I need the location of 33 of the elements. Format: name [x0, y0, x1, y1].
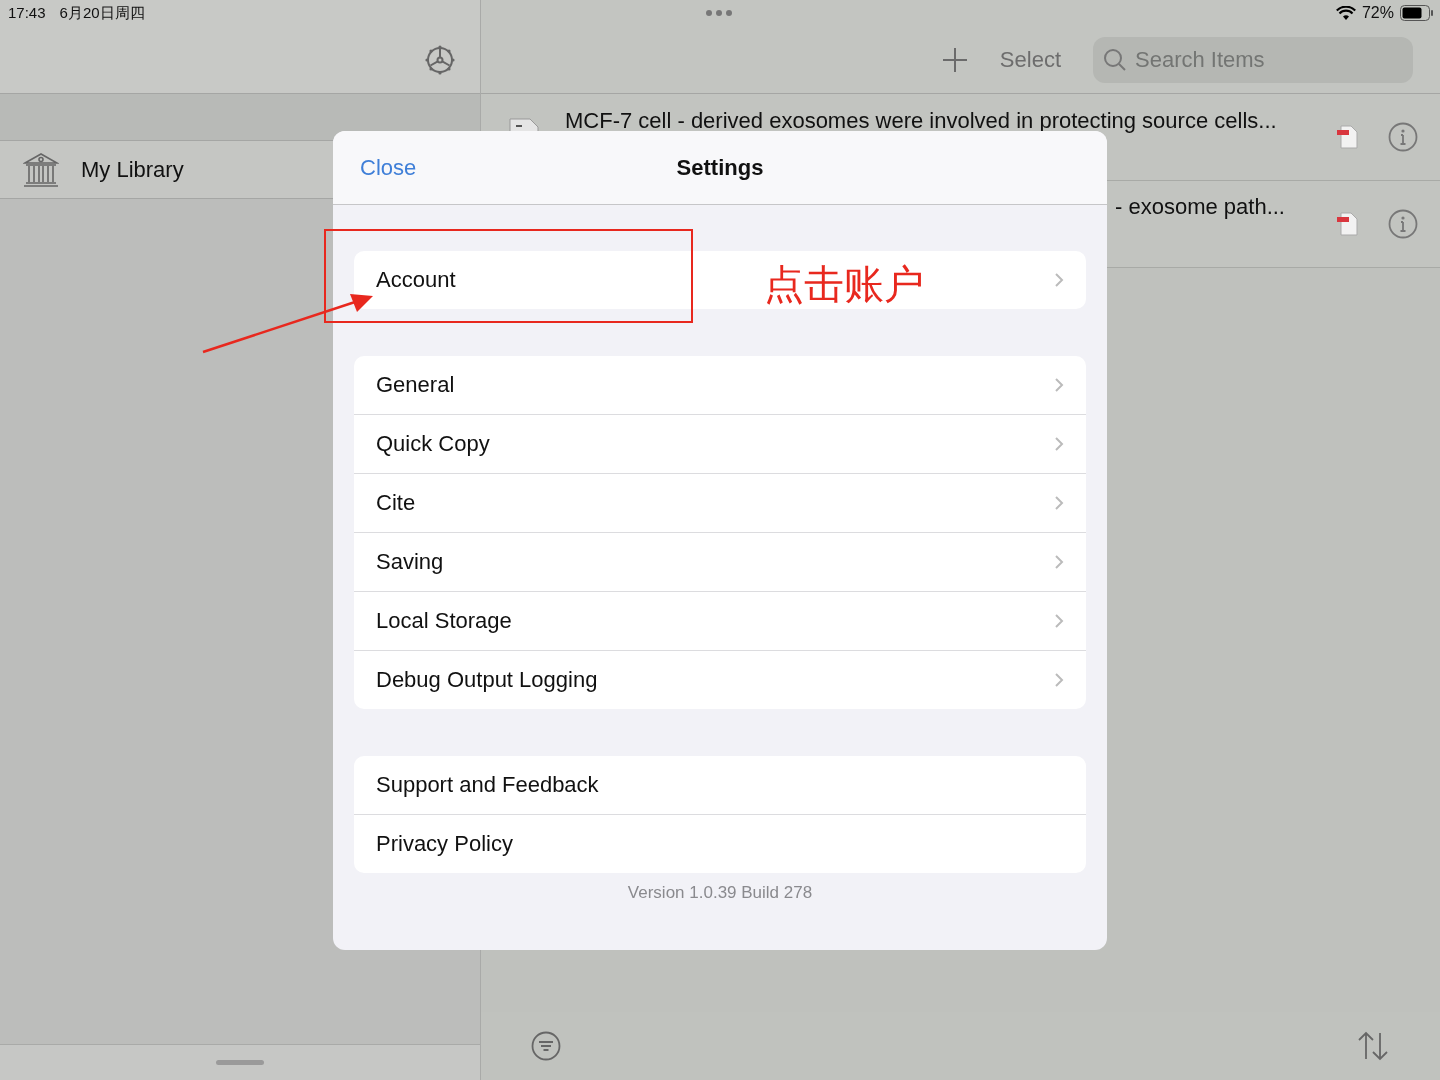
filter-icon[interactable] — [531, 1031, 561, 1061]
wifi-icon — [1335, 5, 1356, 21]
status-date: 6月20日周四 — [59, 4, 145, 23]
more-icon[interactable] — [706, 10, 732, 16]
item-title: MCF-7 cell - derived exosomes were involved in protecting source cells... — [565, 108, 1277, 134]
settings-item[interactable]: Quick Copy — [376, 431, 490, 457]
settings-item[interactable]: Support and Feedback — [376, 772, 599, 798]
sort-icon[interactable] — [1356, 1031, 1390, 1061]
search-icon — [1103, 47, 1127, 72]
info-icon[interactable] — [1388, 122, 1418, 152]
search-field[interactable]: Search Items — [1093, 36, 1413, 83]
settings-item[interactable]: Local Storage — [376, 608, 512, 634]
version-text: Version 1.0.39 Build 278 — [626, 883, 814, 903]
settings-item[interactable]: General — [376, 372, 455, 398]
settings-item[interactable]: Debug Output Logging — [376, 667, 598, 693]
pdf-attachment-icon[interactable] — [1336, 125, 1358, 149]
library-icon — [23, 150, 59, 189]
settings-item[interactable]: Privacy Policy — [376, 831, 513, 857]
home-indicator — [216, 1060, 264, 1065]
dialog-title: Settings — [676, 154, 764, 181]
battery-percent: 72% — [1361, 4, 1394, 22]
close-button[interactable]: Close — [360, 154, 417, 180]
battery-icon — [1400, 5, 1434, 21]
status-time: 17:43 — [8, 4, 46, 23]
pdf-attachment-icon[interactable] — [1336, 212, 1358, 236]
settings-item[interactable]: Cite — [376, 490, 416, 516]
settings-item[interactable]: Account — [376, 267, 456, 293]
info-icon[interactable] — [1388, 209, 1418, 239]
add-icon[interactable] — [941, 46, 968, 73]
annotation-text: 点击账户 — [764, 260, 924, 309]
settings-item[interactable]: Saving — [376, 549, 444, 575]
item-title: - exosome path... — [1115, 194, 1285, 220]
settings-icon[interactable] — [424, 44, 456, 76]
